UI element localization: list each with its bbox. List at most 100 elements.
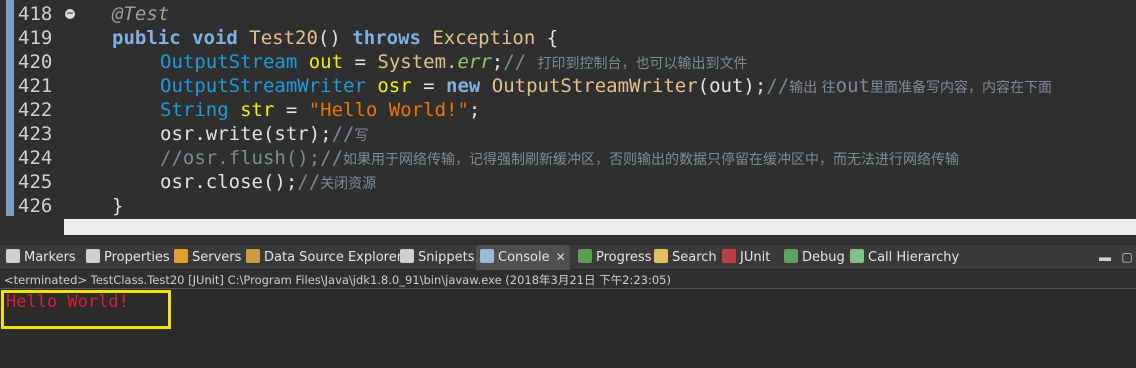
code-token: throws bbox=[352, 27, 433, 49]
line-number-gutter: 418−419 420 421 422 423 424 425 426 bbox=[14, 0, 75, 219]
tab-call-hierarchy[interactable]: Call Hierarchy bbox=[850, 245, 959, 270]
code-line[interactable]: public void Test20() throws Exception { bbox=[112, 26, 558, 50]
line-number: 418 bbox=[18, 3, 53, 25]
tab-label: Snippets bbox=[418, 250, 475, 265]
tab-label: Markers bbox=[24, 250, 76, 265]
code-line[interactable]: String str = "Hello World!"; bbox=[160, 98, 480, 122]
data-source-icon bbox=[246, 249, 260, 263]
code-token: "Hello World!" bbox=[308, 99, 469, 121]
junit-icon bbox=[722, 249, 736, 263]
tab-label: Search bbox=[672, 250, 717, 265]
code-token: 如果用于网络传输，记得强制刷新缓冲区，否则输出的数据只停留在缓冲区中，而无法进行… bbox=[343, 152, 960, 168]
code-token: // bbox=[297, 171, 321, 193]
tab-progress[interactable]: Progress bbox=[578, 245, 651, 270]
tab-junit[interactable]: JUnit bbox=[722, 245, 770, 270]
tab-data-source-explorer[interactable]: Data Source Explorer bbox=[246, 245, 402, 270]
code-area[interactable]: @Test public void Test20() throws Excepti… bbox=[64, 0, 1136, 219]
tab-label: Call Hierarchy bbox=[868, 250, 960, 265]
code-token: str bbox=[240, 99, 286, 121]
console-icon bbox=[480, 249, 494, 263]
line-number: 424 bbox=[18, 147, 53, 169]
code-token: () bbox=[317, 27, 353, 49]
code-token: System. bbox=[377, 51, 458, 73]
code-token: { bbox=[546, 27, 559, 49]
code-token: 输出 往 bbox=[789, 80, 836, 96]
code-line[interactable]: OutputStream out = System.err;// 打印到控制台，… bbox=[160, 50, 748, 74]
tab-label: Data Source Explorer bbox=[264, 250, 403, 265]
code-token: } bbox=[112, 195, 124, 217]
tab-label: Servers bbox=[192, 250, 242, 265]
close-icon[interactable]: ✕ bbox=[556, 250, 566, 264]
tab-label: JUnit bbox=[740, 250, 771, 265]
tab-search[interactable]: Search bbox=[654, 245, 717, 270]
minimize-icon[interactable]: ▬ bbox=[1098, 250, 1112, 264]
code-token: String bbox=[160, 99, 241, 121]
horizontal-scrollbar[interactable] bbox=[64, 219, 1136, 235]
code-line[interactable]: } bbox=[112, 194, 123, 218]
code-line[interactable]: //osr.flush();//如果用于网络传输，记得强制刷新缓冲区，否则输出的… bbox=[160, 146, 959, 170]
tab-properties[interactable]: Properties bbox=[86, 245, 170, 270]
code-token: 里面准备写内容，内容在下面 bbox=[869, 80, 1052, 96]
tab-label: Progress bbox=[596, 250, 652, 265]
maximize-icon[interactable]: ▢ bbox=[1120, 250, 1134, 264]
tab-servers[interactable]: Servers bbox=[174, 245, 241, 270]
code-token: OutputStreamWriter bbox=[491, 75, 698, 97]
code-token: // bbox=[766, 75, 790, 97]
code-token: 打印到控制台，也可以输出到文件 bbox=[537, 56, 748, 72]
code-token: osr bbox=[377, 75, 424, 97]
tab-snippets[interactable]: Snippets bbox=[400, 245, 474, 270]
debug-icon bbox=[784, 249, 798, 263]
code-token: Test20 bbox=[249, 27, 318, 49]
code-token: void bbox=[192, 27, 250, 49]
code-token: // bbox=[331, 123, 355, 145]
code-token: err bbox=[457, 51, 492, 73]
code-line[interactable]: osr.write(str);//写 bbox=[160, 122, 368, 146]
servers-icon bbox=[174, 249, 188, 263]
code-token: = bbox=[354, 51, 378, 73]
code-token: //osr.flush();// bbox=[160, 147, 344, 169]
code-token: 关闭资源 bbox=[320, 176, 377, 192]
code-token: ; bbox=[468, 99, 481, 121]
line-number: 419 bbox=[18, 27, 53, 49]
code-token: out bbox=[835, 75, 870, 97]
call-hierarchy-icon bbox=[850, 249, 864, 263]
code-token: 写 bbox=[354, 128, 369, 144]
code-token: public bbox=[112, 27, 193, 49]
line-number: 422 bbox=[18, 99, 53, 121]
tab-debug[interactable]: Debug bbox=[784, 245, 845, 270]
line-number: 423 bbox=[18, 123, 53, 145]
tab-label: Debug bbox=[802, 250, 845, 265]
views-tab-bar: ▬ ▢ Markers Properties Servers Data Source … bbox=[0, 245, 1136, 270]
code-line[interactable]: osr.close();//关闭资源 bbox=[160, 170, 376, 194]
code-token: Exception bbox=[432, 27, 547, 49]
code-token: new bbox=[446, 75, 492, 97]
code-token: @Test bbox=[112, 3, 170, 25]
code-token: osr.close(); bbox=[160, 171, 298, 193]
code-line[interactable]: OutputStreamWriter osr = new OutputStrea… bbox=[160, 74, 1052, 98]
code-token: // bbox=[503, 51, 538, 73]
code-editor[interactable]: 418−419 420 421 422 423 424 425 426 @Test public… bbox=[0, 0, 1136, 219]
markers-icon bbox=[6, 249, 20, 263]
line-number: 425 bbox=[18, 171, 53, 193]
line-number: 421 bbox=[18, 75, 53, 97]
code-token: = bbox=[423, 75, 446, 97]
tab-label: Properties bbox=[104, 250, 170, 265]
code-token: ; bbox=[491, 51, 504, 73]
line-number: 420 bbox=[18, 51, 53, 73]
snippets-icon bbox=[400, 249, 414, 263]
code-token: = bbox=[285, 99, 309, 121]
line-number: 426 bbox=[18, 195, 53, 217]
properties-icon bbox=[86, 249, 100, 263]
overview-ruler bbox=[6, 0, 14, 216]
console-status-line: <terminated> TestClass.Test20 [JUnit] C:… bbox=[0, 271, 1136, 289]
tab-console[interactable]: Console ✕ bbox=[476, 245, 570, 270]
progress-icon bbox=[578, 249, 592, 263]
search-icon bbox=[654, 249, 668, 263]
code-token: OutputStreamWriter bbox=[160, 75, 378, 97]
tab-label: Console bbox=[498, 250, 550, 265]
code-token: osr.write(str); bbox=[160, 123, 332, 145]
code-token: OutputStream bbox=[160, 51, 309, 73]
highlight-box bbox=[1, 290, 171, 329]
code-line[interactable]: @Test bbox=[112, 2, 169, 26]
tab-markers[interactable]: Markers bbox=[6, 245, 76, 270]
